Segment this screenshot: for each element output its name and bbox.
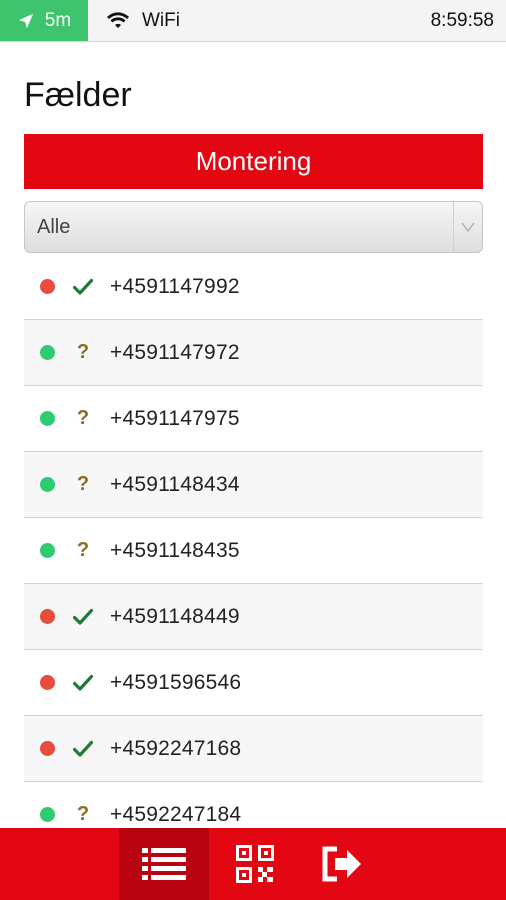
checkmark-icon bbox=[71, 608, 95, 626]
status-dot-green-icon bbox=[40, 345, 55, 360]
trap-row[interactable]: +4591148449 bbox=[24, 584, 483, 650]
trap-number: +4591148449 bbox=[110, 604, 240, 628]
trap-row[interactable]: ? +4591147972 bbox=[24, 320, 483, 386]
question-mark-icon: ? bbox=[76, 341, 90, 363]
trap-row[interactable]: ? +4591148434 bbox=[24, 452, 483, 518]
montering-button[interactable]: Montering bbox=[24, 134, 483, 189]
trap-number: +4592247168 bbox=[110, 736, 242, 760]
status-dot-red-icon bbox=[40, 609, 55, 624]
trap-row[interactable]: +4592247168 bbox=[24, 716, 483, 782]
qr-code-icon bbox=[236, 845, 274, 883]
tab-qr-scan[interactable] bbox=[210, 828, 300, 900]
question-mark-icon: ? bbox=[76, 407, 90, 429]
dropdown-arrow-icon bbox=[453, 202, 482, 252]
checkmark-icon bbox=[71, 278, 95, 296]
status-dot-red-icon bbox=[40, 279, 55, 294]
logout-icon bbox=[322, 846, 361, 882]
status-dot-red-icon bbox=[40, 741, 55, 756]
network-label: WiFi bbox=[142, 10, 180, 31]
status-dot-green-icon bbox=[40, 807, 55, 822]
status-bar: 5m WiFi 8:59:58 bbox=[0, 0, 506, 42]
trap-number: +4591147975 bbox=[110, 406, 240, 430]
tab-list[interactable] bbox=[119, 828, 209, 900]
filter-selected-value: Alle bbox=[37, 215, 71, 238]
list-icon bbox=[142, 848, 186, 880]
page-title: Fælder bbox=[24, 76, 132, 114]
question-mark-icon: ? bbox=[76, 473, 90, 495]
trap-row[interactable]: +4591596546 bbox=[24, 650, 483, 716]
checkmark-icon bbox=[71, 674, 95, 692]
checkmark-icon bbox=[71, 740, 95, 758]
trap-number: +4591147992 bbox=[110, 274, 240, 298]
tab-logout[interactable] bbox=[298, 828, 388, 900]
bottom-tab-bar bbox=[0, 828, 506, 900]
trap-row[interactable]: +4591147992 bbox=[24, 254, 483, 320]
status-dot-red-icon bbox=[40, 675, 55, 690]
status-dot-green-icon bbox=[40, 543, 55, 558]
location-label: 5m bbox=[44, 9, 72, 31]
trap-number: +4591147972 bbox=[110, 340, 240, 364]
question-mark-icon: ? bbox=[76, 803, 90, 825]
status-dot-green-icon bbox=[40, 477, 55, 492]
wifi-icon bbox=[107, 12, 129, 28]
trap-row[interactable]: ? +4591148435 bbox=[24, 518, 483, 584]
trap-number: +4591148434 bbox=[110, 472, 240, 496]
trap-list: +4591147992? +4591147972? +4591147975? +459… bbox=[24, 254, 483, 848]
trap-row[interactable]: ? +4591147975 bbox=[24, 386, 483, 452]
location-indicator: 5m bbox=[0, 0, 88, 41]
trap-number: +4591596546 bbox=[110, 670, 242, 694]
status-dot-green-icon bbox=[40, 411, 55, 426]
clock: 8:59:58 bbox=[430, 10, 494, 31]
trap-number: +4592247184 bbox=[110, 802, 242, 826]
network-indicator: WiFi bbox=[106, 10, 180, 32]
question-mark-icon: ? bbox=[76, 539, 90, 561]
filter-select[interactable]: Alle bbox=[24, 201, 483, 253]
location-arrow-icon bbox=[18, 13, 33, 28]
trap-number: +4591148435 bbox=[110, 538, 240, 562]
